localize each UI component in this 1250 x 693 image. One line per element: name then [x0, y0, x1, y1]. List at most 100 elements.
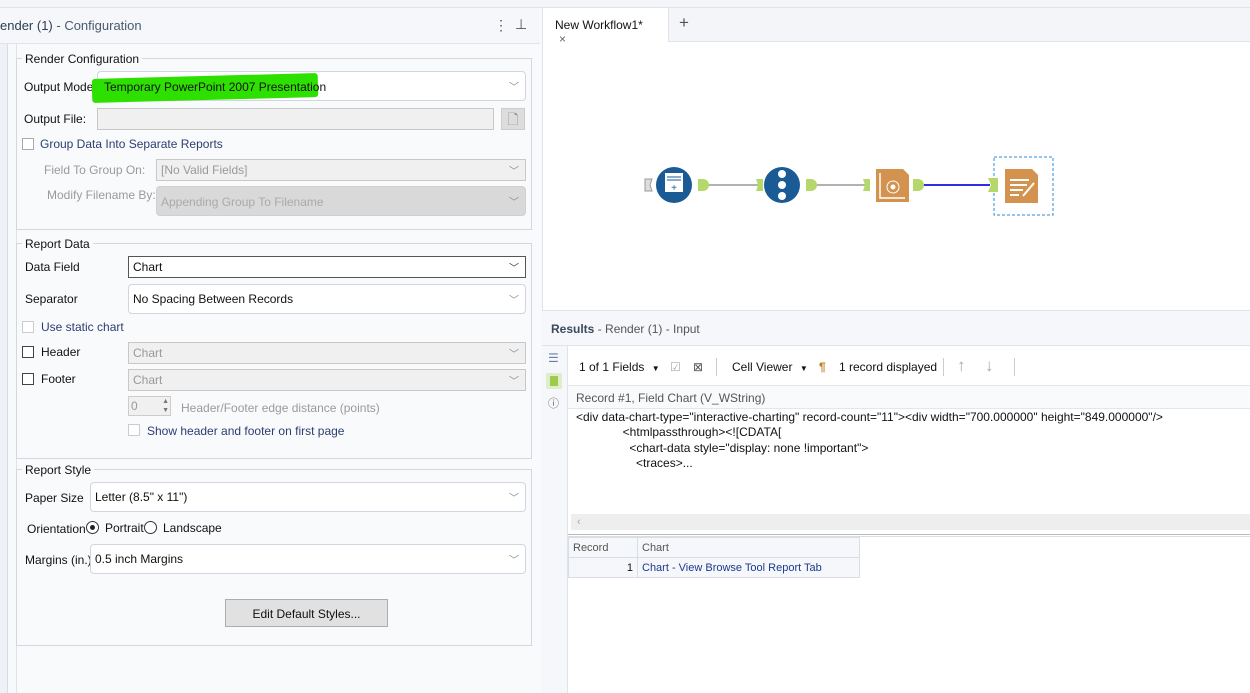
pilcrow-icon[interactable]: ¶	[819, 360, 826, 374]
results-side-rail: ☰ ⓘ	[542, 346, 568, 693]
output-anchor-view-icon[interactable]	[546, 373, 562, 389]
results-main: 1 of 1 Fields ▼ ☑ ⊠ Cell Viewer ▼ ¶ 1 re…	[568, 346, 1250, 693]
chevron-down-icon: ﹀	[509, 376, 519, 388]
output-anchor-icon	[806, 179, 817, 191]
use-static-chart-checkbox[interactable]	[22, 321, 34, 333]
separator-select[interactable]: No Spacing Between Records ﹀	[128, 284, 526, 314]
add-tab-icon[interactable]: +	[679, 13, 689, 33]
stepper-arrows-icon[interactable]: ▲ ▼	[162, 397, 169, 415]
output-anchor-icon	[698, 179, 709, 191]
select-all-icon[interactable]: ☑	[670, 360, 681, 374]
paper-size-label: Paper Size	[25, 491, 84, 505]
group-data-label: Group Data Into Separate Reports	[40, 137, 223, 151]
workflow-canvas[interactable]: +	[542, 42, 1250, 310]
footer-select[interactable]: Chart ﹀	[128, 369, 526, 391]
column-header-record[interactable]: Record	[568, 537, 638, 558]
input-data-tool-icon[interactable]: +	[656, 167, 692, 203]
output-mode-select[interactable]: Temporary PowerPoint 2007 Presentation ﹀	[91, 71, 526, 103]
output-file-input[interactable]	[97, 108, 494, 130]
edge-distance-stepper[interactable]: 0 ▲ ▼	[128, 396, 171, 416]
deselect-all-icon[interactable]: ⊠	[693, 360, 703, 374]
show-first-page-checkbox[interactable]	[128, 424, 140, 436]
tab-label: New Workflow1*	[555, 18, 643, 32]
chevron-down-icon: ﹀	[509, 197, 519, 209]
horizontal-scrollbar[interactable]: ‹	[571, 514, 1250, 530]
edit-default-styles-button[interactable]: Edit Default Styles...	[225, 599, 388, 627]
header-select[interactable]: Chart ﹀	[128, 342, 526, 364]
render-configuration-legend: Render Configuration	[22, 52, 143, 66]
table-header-row: Record Chart	[568, 537, 860, 558]
modify-filename-label: Modify Filename By:	[47, 188, 156, 202]
separator-label: Separator	[25, 292, 78, 306]
config-side-rail	[0, 44, 8, 693]
input-anchor-icon	[644, 178, 653, 192]
modify-filename-value: Appending Group To Filename	[161, 195, 324, 209]
results-header: Results - Render (1) - Input	[542, 310, 1250, 346]
fields-selector[interactable]: 1 of 1 Fields ▼	[579, 360, 660, 374]
field-to-group-select[interactable]: [No Valid Fields] ﹀	[156, 159, 526, 181]
record-id-tool-icon[interactable]	[764, 167, 800, 203]
top-toolbar-strip	[0, 0, 1250, 8]
modify-filename-select[interactable]: Appending Group To Filename ﹀	[156, 186, 526, 216]
cell-content: <div data-chart-type="interactive-charti…	[576, 410, 1163, 470]
workflow-diagram: +	[644, 156, 1054, 216]
output-mode-label: Output Mode:	[24, 80, 97, 94]
arrow-down-icon[interactable]: ↓	[985, 356, 994, 376]
output-mode-value: Temporary PowerPoint 2007 Presentation	[104, 80, 327, 94]
separator-value: No Spacing Between Records	[133, 292, 294, 306]
tab-new-workflow[interactable]: New Workflow1* ×	[543, 8, 669, 46]
paper-size-select[interactable]: Letter (8.5" x 11") ﹀	[90, 482, 526, 512]
results-title: Results	[551, 322, 595, 336]
column-header-chart[interactable]: Chart	[637, 537, 860, 558]
results-subtitle: - Render (1) - Input	[597, 322, 700, 336]
record-header-bar: Record #1, Field Chart (V_WString)	[568, 385, 1250, 409]
browse-file-icon[interactable]: 🗋	[501, 108, 525, 130]
chevron-down-icon: ﹀	[509, 295, 519, 307]
footer-value: Chart	[133, 373, 163, 387]
data-field-select[interactable]: Chart ﹀	[128, 256, 526, 278]
chevron-down-icon: ﹀	[509, 555, 519, 567]
arrow-up-icon[interactable]: ↑	[957, 356, 966, 376]
footer-label: Footer	[41, 372, 76, 386]
header-checkbox[interactable]	[22, 346, 34, 358]
more-options-icon[interactable]: ⋮	[494, 17, 508, 34]
group-data-checkbox[interactable]	[22, 138, 34, 150]
report-style-legend: Report Style	[22, 463, 95, 477]
fields-selector-label: 1 of 1 Fields	[579, 360, 645, 374]
caret-down-icon: ▼	[651, 364, 660, 373]
scroll-left-icon[interactable]: ‹	[577, 516, 581, 528]
paper-size-value: Letter (8.5" x 11")	[95, 490, 188, 504]
render-tool-icon[interactable]	[1005, 169, 1038, 203]
help-icon[interactable]: ⓘ	[548, 395, 559, 411]
data-field-label: Data Field	[25, 260, 80, 274]
header-value: Chart	[133, 346, 163, 360]
edge-distance-label: Header/Footer edge distance (points)	[181, 401, 380, 415]
cell-viewer-dropdown[interactable]: Cell Viewer ▼	[732, 360, 808, 374]
list-view-icon[interactable]: ☰	[548, 351, 559, 365]
landscape-radio[interactable]	[144, 521, 157, 534]
records-displayed: 1 record displayed	[839, 360, 938, 374]
chevron-down-icon: ﹀	[509, 493, 519, 505]
data-field-value: Chart	[133, 260, 163, 274]
margins-value: 0.5 inch Margins	[95, 552, 184, 566]
table-row[interactable]: 1 Chart - View Browse Tool Report Tab	[568, 557, 860, 578]
portrait-radio[interactable]	[86, 521, 99, 534]
record-number-cell: 1	[568, 557, 638, 578]
cell-viewer-label: Cell Viewer	[732, 360, 793, 374]
workflow-tab-bar: New Workflow1* × +	[542, 8, 1250, 46]
header-label: Header	[41, 345, 81, 359]
config-subtitle: - Configuration	[56, 18, 142, 33]
chart-cell[interactable]: Chart - View Browse Tool Report Tab	[637, 557, 860, 578]
use-static-chart-label: Use static chart	[41, 320, 124, 334]
record-header: Record #1, Field Chart (V_WString)	[576, 391, 766, 405]
portrait-label: Portrait	[105, 521, 144, 535]
chevron-down-icon: ﹀	[509, 166, 519, 178]
output-file-label: Output File:	[24, 112, 87, 126]
caret-down-icon: ▼	[799, 364, 808, 373]
footer-checkbox[interactable]	[22, 373, 34, 385]
margins-select[interactable]: 0.5 inch Margins ﹀	[90, 544, 526, 574]
pin-icon[interactable]: ⊥	[515, 16, 527, 33]
interactive-chart-tool-icon[interactable]	[876, 169, 909, 202]
toolbar-divider	[716, 358, 717, 376]
svg-text:+: +	[671, 183, 677, 194]
